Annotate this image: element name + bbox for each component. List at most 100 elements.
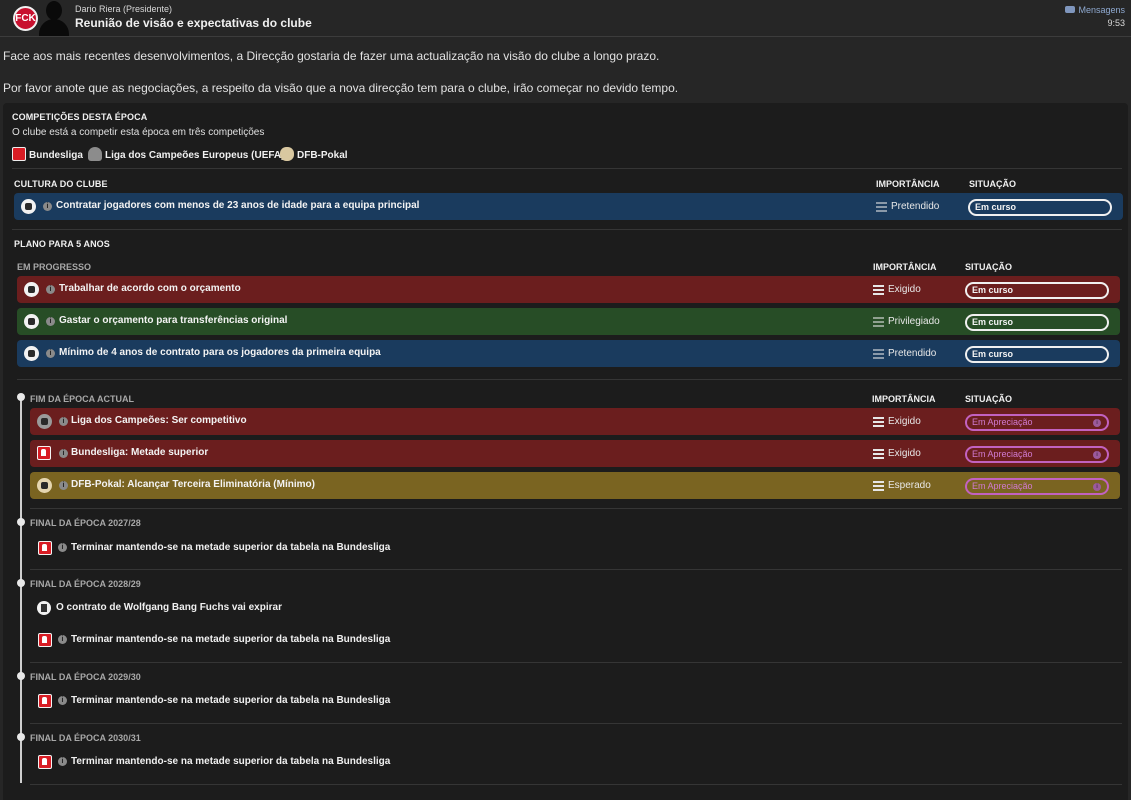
importance-value: Privilegiado (888, 316, 940, 327)
importance-value: Exigido (888, 448, 921, 459)
info-icon[interactable]: i (1093, 419, 1101, 427)
plan-title: PLANO PARA 5 ANOS (14, 239, 110, 249)
timeline-dot (17, 672, 25, 680)
contract-icon (24, 346, 39, 361)
importance-value: Pretendido (891, 201, 940, 212)
objective-text: Mínimo de 4 anos de contrato para os jog… (59, 347, 381, 358)
timeline-dot (17, 518, 25, 526)
season-title: FINAL DA ÉPOCA 2029/30 (30, 672, 141, 682)
competitions-subtitle: O clube está a competir esta época em tr… (12, 127, 265, 138)
competition-label: Bundesliga (29, 150, 83, 161)
info-icon[interactable]: i (58, 635, 67, 644)
budget-icon (24, 282, 39, 297)
divider (12, 168, 1122, 169)
importance-value: Pretendido (888, 348, 937, 359)
timeline-line (20, 397, 22, 783)
avatar[interactable] (37, 0, 71, 36)
info-icon[interactable]: i (43, 202, 52, 211)
dfb-pokal-icon (37, 478, 52, 493)
vision-panel: COMPETIÇÕES DESTA ÉPOCA O clube está a c… (3, 103, 1128, 800)
competition-dfb-pokal[interactable]: DFB-Pokal (280, 147, 348, 161)
contract-icon (37, 601, 51, 615)
status-pill: Em curso (965, 346, 1109, 363)
season-title: FINAL DA ÉPOCA 2027/28 (30, 518, 141, 528)
importance-header: IMPORTÂNCIA (872, 394, 936, 404)
culture-row[interactable]: i Contratar jogadores com menos de 23 an… (14, 193, 1123, 220)
objective-text: Terminar mantendo-se na metade superior … (71, 542, 391, 553)
info-icon[interactable]: i (1093, 483, 1101, 491)
plan-row[interactable]: i Trabalhar de acordo com o orçamento Ex… (17, 276, 1120, 303)
intro-paragraph-1: Face aos mais recentes desenvolvimentos,… (3, 49, 660, 63)
message-header: FCK Dario Riera (Presidente) Reunião de … (0, 0, 1131, 37)
divider (30, 662, 1122, 663)
bundesliga-icon (38, 633, 52, 647)
importance-value: Esperado (888, 480, 931, 491)
youth-player-icon (21, 199, 36, 214)
messages-icon (1065, 6, 1076, 13)
importance-icon (873, 285, 884, 295)
status-pill: Em Apreciação i (965, 446, 1109, 463)
info-icon[interactable]: i (46, 317, 55, 326)
info-icon[interactable]: i (46, 285, 55, 294)
message-subject: Reunião de visão e expectativas do clube (75, 16, 312, 30)
plan-row[interactable]: i Mínimo de 4 anos de contrato para os j… (17, 340, 1120, 367)
importance-value: Exigido (888, 284, 921, 295)
info-icon[interactable]: i (59, 481, 68, 490)
info-icon[interactable]: i (58, 696, 67, 705)
info-icon[interactable]: i (59, 417, 68, 426)
status-pill: Em Apreciação i (965, 478, 1109, 495)
status-label: Em Apreciação (972, 481, 1033, 491)
bundesliga-icon (38, 694, 52, 708)
objective-text: DFB-Pokal: Alcançar Terceira Eliminatóri… (71, 479, 315, 490)
plan-row[interactable]: i Gastar o orçamento para transferências… (17, 308, 1120, 335)
sender-role: (Presidente) (123, 4, 173, 14)
champions-league-icon (88, 147, 102, 161)
importance-icon (873, 481, 884, 491)
competition-label: Liga dos Campeões Europeus (UEFA) (105, 150, 285, 161)
bundesliga-icon (38, 755, 52, 769)
season-row[interactable]: i Bundesliga: Metade superior Exigido Em… (30, 440, 1120, 467)
divider (30, 723, 1122, 724)
champions-league-icon (37, 414, 52, 429)
situation-header: SITUAÇÃO (965, 394, 1012, 404)
status-label: Em Apreciação (972, 417, 1033, 427)
sender[interactable]: Dario Riera (Presidente) (75, 4, 172, 14)
divider (30, 508, 1122, 509)
situation-header: SITUAÇÃO (965, 262, 1012, 272)
importance-icon (873, 349, 884, 359)
messages-label: Mensagens (1078, 5, 1125, 15)
objective-text: Liga dos Campeões: Ser competitivo (71, 415, 247, 426)
timeline-dot (17, 733, 25, 741)
objective-text: Gastar o orçamento para transferências o… (59, 315, 288, 326)
status-label: Em Apreciação (972, 449, 1033, 459)
situation-header: SITUAÇÃO (969, 179, 1016, 189)
message-time: 9:53 (1107, 18, 1125, 28)
messages-link[interactable]: Mensagens (1065, 5, 1125, 15)
bundesliga-icon (37, 446, 51, 460)
importance-icon (873, 449, 884, 459)
timeline-dot (17, 579, 25, 587)
divider (12, 229, 1122, 230)
bundesliga-icon (12, 147, 26, 161)
club-logo-icon[interactable]: FCK (13, 6, 38, 31)
status-pill: Em curso (968, 199, 1112, 216)
contract-text[interactable]: O contrato de Wolfgang Bang Fuchs vai ex… (56, 602, 282, 613)
season-row[interactable]: i Liga dos Campeões: Ser competitivo Exi… (30, 408, 1120, 435)
bundesliga-icon (38, 541, 52, 555)
objective-text: Trabalhar de acordo com o orçamento (59, 283, 241, 294)
status-pill: Em curso (965, 282, 1109, 299)
info-icon[interactable]: i (46, 349, 55, 358)
objective-text: Terminar mantendo-se na metade superior … (71, 695, 391, 706)
divider (30, 569, 1122, 570)
season-row[interactable]: i DFB-Pokal: Alcançar Terceira Eliminató… (30, 472, 1120, 499)
info-icon[interactable]: i (58, 757, 67, 766)
info-icon[interactable]: i (1093, 451, 1101, 459)
info-icon[interactable]: i (58, 543, 67, 552)
season-title: FINAL DA ÉPOCA 2028/29 (30, 579, 141, 589)
sender-name[interactable]: Dario Riera (75, 4, 121, 14)
competition-champions-league[interactable]: Liga dos Campeões Europeus (UEFA) (88, 147, 284, 161)
status-pill: Em curso (965, 314, 1109, 331)
in-progress-title: EM PROGRESSO (17, 262, 92, 272)
info-icon[interactable]: i (59, 449, 68, 458)
competition-bundesliga[interactable]: Bundesliga (12, 147, 83, 161)
